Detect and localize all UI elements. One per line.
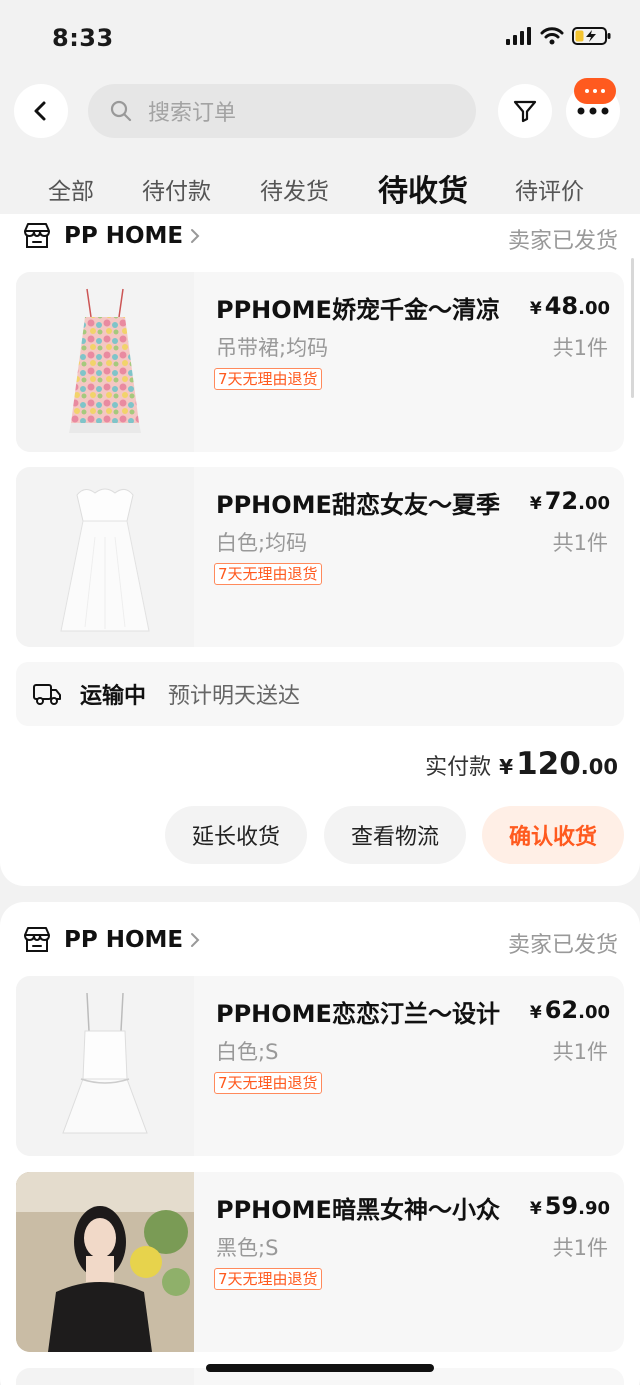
shop-name: PP HOME xyxy=(64,223,184,249)
extend-receipt-button[interactable]: 延长收货 xyxy=(165,806,307,864)
home-indicator[interactable] xyxy=(206,1364,434,1372)
scrollbar[interactable] xyxy=(631,258,634,398)
product-quantity: 共1件 xyxy=(552,1040,608,1064)
order-tabs: 全部 待付款 待发货 待收货 待评价 xyxy=(0,160,640,218)
product-title: PPHOME恋恋汀兰～设计 xyxy=(216,1000,500,1028)
shop-name: PP HOME xyxy=(64,927,184,953)
search-icon xyxy=(110,100,132,122)
message-badge xyxy=(574,78,616,104)
order-status: 卖家已发货 xyxy=(507,933,618,958)
order-total: 实付款 ¥120.00 xyxy=(425,746,618,782)
logistics-eta: 预计明天送达 xyxy=(168,684,301,709)
product-image xyxy=(16,1368,194,1385)
logistics-info[interactable]: 运输中 预计明天送达 xyxy=(16,662,624,726)
filter-icon xyxy=(513,100,537,123)
more-icon xyxy=(577,107,609,115)
status-time: 8:33 xyxy=(52,24,114,52)
chevron-right-icon xyxy=(191,933,200,947)
tab-pending-receipt[interactable]: 待收货 xyxy=(378,166,468,210)
logistics-status: 运输中 xyxy=(80,684,147,709)
product-quantity: 共1件 xyxy=(552,1236,608,1260)
order-card: PP HOME 卖家已发货 PPHOME娇宠千金～清凉 吊带裙;均码 7天无理由… xyxy=(0,214,640,886)
nav-bar: 搜索订单 xyxy=(0,80,640,144)
signal-icon xyxy=(506,27,531,45)
search-input[interactable]: 搜索订单 xyxy=(88,84,476,138)
order-item[interactable]: PPHOME暗黑女神～小众 黑色;S 7天无理由退货 ¥59.90 共1件 xyxy=(16,1172,624,1352)
product-image xyxy=(16,976,194,1156)
status-bar: 8:33 xyxy=(0,0,640,76)
product-price: ¥48.00 xyxy=(529,292,610,320)
return-policy-tag: 7天无理由退货 xyxy=(214,368,322,390)
filter-button[interactable] xyxy=(498,84,552,138)
return-policy-tag: 7天无理由退货 xyxy=(214,563,322,585)
product-quantity: 共1件 xyxy=(552,531,608,555)
chevron-right-icon xyxy=(191,229,200,243)
tab-pending-review[interactable]: 待评价 xyxy=(515,172,584,206)
confirm-receipt-button[interactable]: 确认收货 xyxy=(482,806,624,864)
order-item[interactable]: PPHOME恋恋汀兰～设计 白色;S 7天无理由退货 ¥62.00 共1件 xyxy=(16,976,624,1156)
back-button[interactable] xyxy=(14,84,68,138)
product-spec: 白色;S xyxy=(216,1040,279,1064)
product-title: PPHOME甜恋女友～夏季 xyxy=(216,491,500,519)
product-title: PPHOME暗黑女神～小众 xyxy=(216,1196,500,1224)
product-quantity: 共1件 xyxy=(552,336,608,360)
battery-icon xyxy=(572,27,611,45)
return-policy-tag: 7天无理由退货 xyxy=(214,1268,322,1290)
tab-pending-shipment[interactable]: 待发货 xyxy=(260,172,329,206)
product-image xyxy=(16,272,194,452)
system-icons xyxy=(506,26,612,46)
truck-icon xyxy=(33,684,61,705)
order-card: PP HOME 卖家已发货 PPHOME恋恋汀兰～设计 白色;S 7天无理由退货… xyxy=(0,902,640,1385)
back-arrow-icon xyxy=(34,101,46,121)
search-placeholder: 搜索订单 xyxy=(148,101,237,126)
tab-pending-payment[interactable]: 待付款 xyxy=(142,172,211,206)
wifi-icon xyxy=(540,27,564,45)
product-image xyxy=(16,467,194,647)
tab-all[interactable]: 全部 xyxy=(48,172,94,206)
product-price: ¥72.00 xyxy=(529,487,610,515)
shop-header[interactable]: PP HOME xyxy=(22,216,201,256)
product-spec: 吊带裙;均码 xyxy=(216,336,329,360)
total-label: 实付款 xyxy=(425,755,492,780)
return-policy-tag: 7天无理由退货 xyxy=(214,1072,322,1094)
shop-icon xyxy=(24,223,50,248)
shop-header[interactable]: PP HOME xyxy=(22,920,201,960)
view-logistics-button[interactable]: 查看物流 xyxy=(324,806,466,864)
product-spec: 黑色;S xyxy=(216,1236,279,1260)
product-spec: 白色;均码 xyxy=(216,531,308,555)
product-title: PPHOME娇宠千金～清凉 xyxy=(216,296,500,324)
order-status: 卖家已发货 xyxy=(507,229,618,254)
product-price: ¥62.00 xyxy=(529,996,610,1024)
order-item[interactable]: PPHOME甜恋女友～夏季 白色;均码 7天无理由退货 ¥72.00 共1件 xyxy=(16,467,624,647)
order-item[interactable]: PPHOME娇宠千金～清凉 吊带裙;均码 7天无理由退货 ¥48.00 共1件 xyxy=(16,272,624,452)
shop-icon xyxy=(24,927,50,952)
product-image xyxy=(16,1172,194,1352)
product-price: ¥59.90 xyxy=(529,1192,610,1220)
